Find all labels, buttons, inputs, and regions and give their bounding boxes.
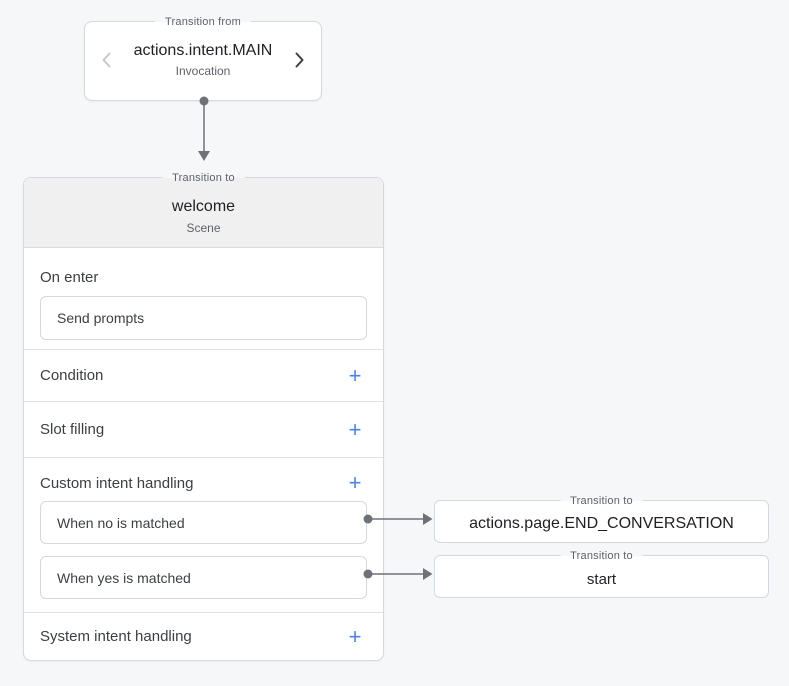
chevron-right-icon <box>295 52 305 71</box>
add-slot-button[interactable]: + <box>343 418 367 442</box>
custom-intent-item-yes[interactable]: When yes is matched <box>40 556 367 599</box>
condition-row: Condition + <box>24 350 383 402</box>
custom-intent-item-no[interactable]: When no is matched <box>40 501 367 544</box>
scene-header[interactable]: welcome Scene <box>24 178 383 248</box>
target-transition-legend: Transition to <box>560 548 643 564</box>
custom-intent-label: Custom intent handling <box>40 475 193 492</box>
intent-node-body: actions.intent.MAIN Invocation <box>115 42 291 80</box>
intent-name: actions.intent.MAIN <box>115 42 291 60</box>
intent-type-label: Invocation <box>115 64 291 78</box>
slot-filling-label: Slot filling <box>40 421 104 438</box>
custom-intent-item-label: When no is matched <box>57 515 185 531</box>
transition-from-node[interactable]: Transition from actions.intent.MAIN Invo… <box>84 21 322 101</box>
transition-from-legend: Transition from <box>155 14 251 30</box>
add-condition-button[interactable]: + <box>343 364 367 388</box>
slot-filling-row: Slot filling + <box>24 402 383 458</box>
on-enter-section: On enter Send prompts <box>24 248 383 350</box>
system-intent-label: System intent handling <box>40 628 192 645</box>
target-page-name: actions.page.END_CONVERSATION <box>469 515 734 533</box>
scene-type-label: Scene <box>24 221 383 235</box>
target-scene-name: start <box>587 571 616 588</box>
next-intent-button[interactable] <box>291 49 309 73</box>
custom-intent-header: Custom intent handling + <box>40 472 367 494</box>
scene-transition-legend: Transition to <box>162 170 245 186</box>
scene-flow-canvas: Transition from actions.intent.MAIN Invo… <box>0 0 789 686</box>
chevron-left-icon <box>101 52 111 71</box>
system-intent-row: System intent handling + <box>24 613 383 660</box>
custom-intent-item-label: When yes is matched <box>57 570 191 586</box>
on-enter-handler-label: Send prompts <box>57 310 144 326</box>
prev-intent-button[interactable] <box>97 49 115 73</box>
scene-name: welcome <box>24 198 383 216</box>
on-enter-handler[interactable]: Send prompts <box>40 296 367 340</box>
on-enter-label: On enter <box>40 269 367 286</box>
transition-target-end-conversation[interactable]: Transition to actions.page.END_CONVERSAT… <box>434 500 769 543</box>
scene-card: Transition to welcome Scene On enter Sen… <box>23 177 384 661</box>
add-custom-intent-button[interactable]: + <box>343 471 367 495</box>
custom-intent-section: Custom intent handling + When no is matc… <box>24 458 383 613</box>
condition-label: Condition <box>40 367 103 384</box>
transition-target-start[interactable]: Transition to start <box>434 555 769 598</box>
target-transition-legend: Transition to <box>560 493 643 509</box>
add-system-intent-button[interactable]: + <box>343 625 367 649</box>
